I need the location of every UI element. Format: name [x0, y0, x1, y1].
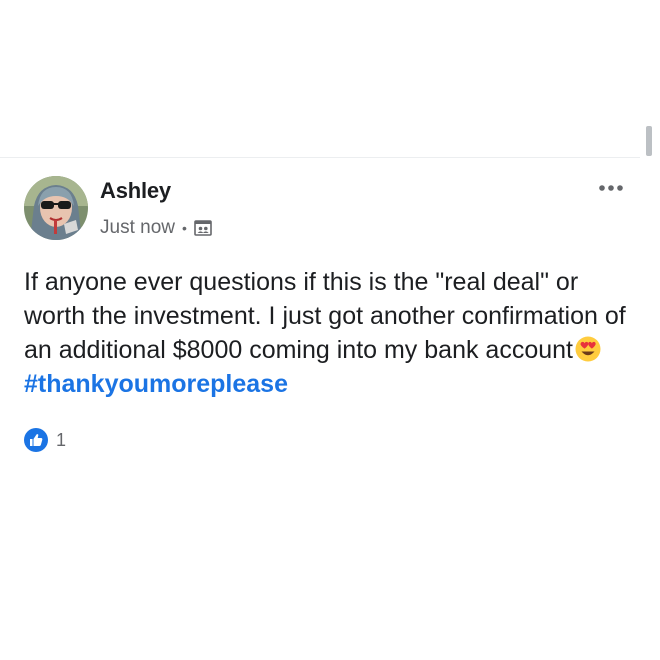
- post-text: If anyone ever questions if this is the …: [24, 265, 636, 401]
- post-body: If anyone ever questions if this is the …: [24, 268, 626, 364]
- hashtag-link[interactable]: #thankyoumoreplease: [24, 370, 288, 398]
- avatar[interactable]: [24, 176, 88, 240]
- meta-separator: •: [181, 220, 187, 236]
- reaction-count: 1: [56, 429, 67, 450]
- author-name[interactable]: Ashley: [100, 178, 171, 204]
- more-horizontal-icon[interactable]: [597, 178, 625, 198]
- timestamp[interactable]: Just now: [100, 217, 175, 239]
- like-icon: [24, 428, 48, 452]
- scrollbar[interactable]: [646, 126, 652, 156]
- reactions-summary[interactable]: 1: [24, 427, 66, 453]
- divider: [0, 157, 640, 158]
- friends-icon[interactable]: [194, 219, 212, 237]
- heart-eyes-emoji-icon: [574, 335, 602, 363]
- post-meta: Just now •: [100, 216, 212, 240]
